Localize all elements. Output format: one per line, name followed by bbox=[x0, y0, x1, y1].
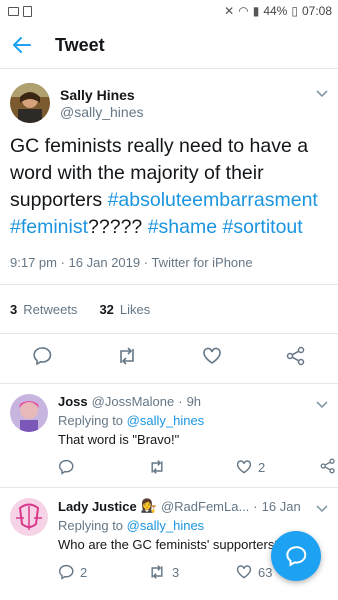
tweet-text-part: ????? bbox=[88, 216, 148, 238]
like-icon[interactable] bbox=[202, 346, 222, 371]
replying-prefix: Replying to bbox=[58, 413, 124, 428]
like-count: 63 bbox=[258, 564, 273, 580]
retweet-icon[interactable] bbox=[116, 346, 138, 371]
tweet-time: 9:17 pm bbox=[10, 255, 57, 270]
page-title: Tweet bbox=[55, 34, 105, 55]
status-bar: ✕ ◠ ▮ 44% ▯ 07:08 bbox=[0, 0, 338, 22]
retweet-count: 3 bbox=[172, 564, 180, 580]
reply-avatar[interactable] bbox=[10, 394, 48, 432]
replying-to-link[interactable]: @sally_hines bbox=[127, 518, 205, 533]
reply-author-handle[interactable]: @JossMalone bbox=[92, 394, 175, 409]
reply-author-name[interactable]: Joss bbox=[58, 394, 88, 409]
mute-icon: ✕ bbox=[224, 4, 235, 18]
like-icon bbox=[236, 460, 252, 474]
chevron-down-icon[interactable] bbox=[316, 396, 328, 414]
reply-time: 16 Jan bbox=[261, 498, 301, 514]
share-button[interactable] bbox=[320, 458, 336, 477]
battery-icon: ▯ bbox=[291, 4, 298, 18]
reply-count: 2 bbox=[80, 564, 88, 580]
likes-stat[interactable]: 32 Likes bbox=[99, 302, 150, 317]
status-right: ✕ ◠ ▮ 44% ▯ 07:08 bbox=[224, 4, 332, 18]
hashtag-link[interactable]: #absoluteembarrasment bbox=[108, 189, 318, 211]
tweet-source: Twitter for iPhone bbox=[151, 255, 253, 270]
document-notification-icon bbox=[23, 5, 32, 17]
replying-to-link[interactable]: @sally_hines bbox=[127, 413, 205, 428]
clock: 07:08 bbox=[301, 4, 332, 18]
reply-author-handle[interactable]: @RadFemLa... bbox=[161, 499, 249, 514]
reply-author-name[interactable]: Lady Justice bbox=[58, 499, 137, 514]
like-button[interactable]: 2 bbox=[236, 459, 320, 475]
compose-reply-button[interactable] bbox=[271, 531, 321, 581]
reply-actions: 2 bbox=[58, 447, 336, 487]
reply-separator: · bbox=[178, 394, 183, 409]
retweets-count: 3 bbox=[10, 301, 18, 317]
like-icon bbox=[236, 565, 252, 579]
retweet-button[interactable]: 3 bbox=[148, 564, 232, 580]
reply-separator: · bbox=[253, 498, 258, 514]
replying-to: Replying to @sally_hines bbox=[58, 518, 328, 533]
tweet-meta: 9:17 pm · 16 Jan 2019 · Twitter for iPho… bbox=[10, 255, 253, 270]
tweet-text: GC feminists really need to have a word … bbox=[10, 133, 328, 241]
chevron-down-icon[interactable] bbox=[316, 500, 328, 518]
main-tweet: Sally Hines @sally_hines GC feminists re… bbox=[0, 69, 338, 384]
reply-text: That word is "Bravo!" bbox=[58, 432, 180, 447]
author-avatar[interactable] bbox=[10, 83, 50, 123]
gallery-notification-icon bbox=[8, 6, 19, 16]
judge-emoji-icon: 👩‍⚖️ bbox=[140, 498, 157, 513]
replying-prefix: Replying to bbox=[58, 518, 124, 533]
retweets-label: Retweets bbox=[23, 301, 78, 317]
tweet-date: 16 Jan 2019 bbox=[68, 255, 141, 270]
reply-header: Lady Justice 👩‍⚖️ @RadFemLa... · 16 Jan bbox=[58, 498, 328, 514]
status-left bbox=[8, 5, 32, 17]
reply-time: 9h bbox=[186, 394, 202, 409]
replying-to: Replying to @sally_hines bbox=[58, 413, 336, 428]
back-arrow-icon[interactable] bbox=[10, 33, 34, 57]
author-handle[interactable]: @sally_hines bbox=[60, 104, 143, 120]
reply-icon bbox=[58, 459, 74, 475]
retweet-icon bbox=[151, 565, 163, 579]
reply-bubble-icon bbox=[286, 546, 307, 567]
hashtag-link[interactable]: #feminist bbox=[10, 216, 88, 238]
app-bar: Tweet bbox=[0, 22, 338, 69]
share-icon bbox=[320, 458, 335, 473]
tweet-author: Sally Hines @sally_hines bbox=[10, 83, 328, 123]
reply-tweet[interactable]: Joss @JossMalone · 9h Replying to @sally… bbox=[0, 384, 338, 488]
wifi-icon: ◠ bbox=[238, 4, 249, 18]
reply-icon bbox=[58, 564, 74, 580]
signal-icon: ▮ bbox=[252, 4, 260, 18]
likes-count: 32 bbox=[99, 301, 114, 317]
tweet-stats: 3 Retweets 32 Likes bbox=[0, 284, 338, 334]
chevron-down-icon[interactable] bbox=[316, 85, 328, 103]
author-name[interactable]: Sally Hines bbox=[60, 87, 143, 103]
reply-avatar[interactable] bbox=[10, 498, 48, 536]
tweet-actions bbox=[0, 334, 338, 384]
retweets-stat[interactable]: 3 Retweets bbox=[10, 302, 77, 317]
battery-percent: 44% bbox=[263, 4, 288, 18]
hashtag-link[interactable]: #shame bbox=[148, 216, 217, 238]
retweet-icon bbox=[151, 460, 163, 474]
like-count: 2 bbox=[258, 459, 266, 475]
hashtag-link[interactable]: #sortitout bbox=[222, 216, 302, 238]
reply-button[interactable]: 2 bbox=[58, 564, 142, 580]
likes-label: Likes bbox=[119, 301, 151, 317]
reply-header: Joss @JossMalone · 9h bbox=[58, 394, 336, 409]
reply-button[interactable] bbox=[58, 459, 142, 475]
reply-icon[interactable] bbox=[32, 346, 52, 371]
retweet-button[interactable] bbox=[148, 459, 232, 475]
share-icon[interactable] bbox=[286, 346, 306, 371]
